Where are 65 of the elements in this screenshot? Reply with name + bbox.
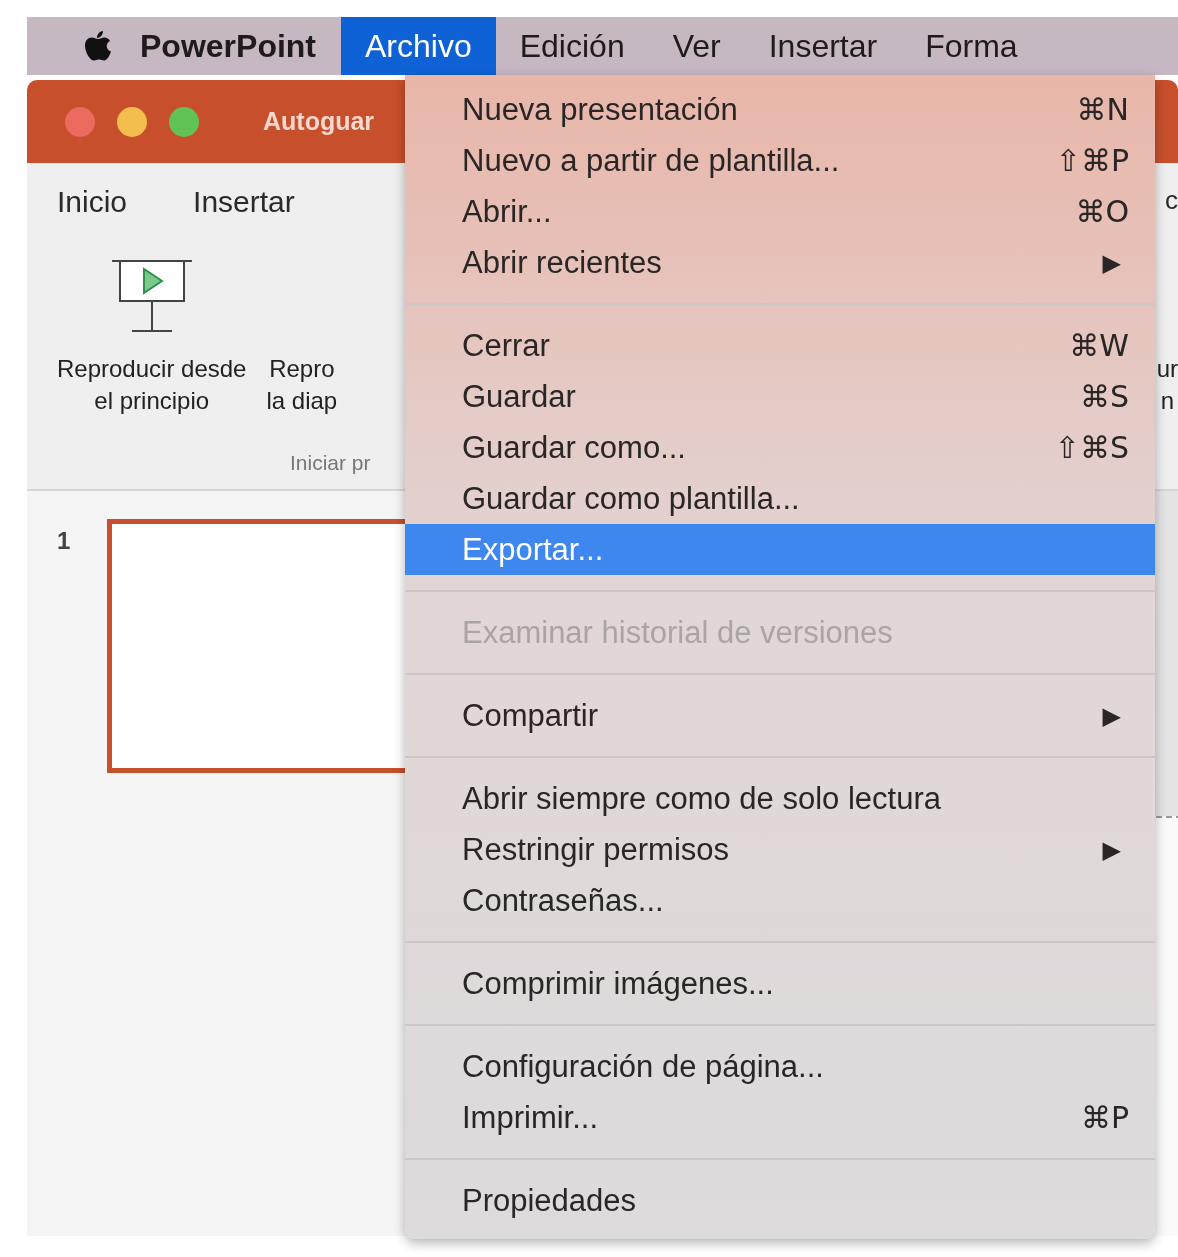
menu-item-label: Comprimir imágenes... <box>462 965 775 1002</box>
ribbon-tab[interactable]: c <box>1165 185 1178 219</box>
menu-item-label: Compartir <box>462 697 600 734</box>
menu-bar-item[interactable]: Ver <box>648 17 745 75</box>
menu-bar-item[interactable]: Insertar <box>744 17 902 75</box>
menu-item[interactable]: Nueva presentación ⌘N <box>405 84 1155 135</box>
zoom-button[interactable] <box>169 106 199 137</box>
menu-bar-item[interactable]: Archivo <box>341 17 496 75</box>
menu-item[interactable]: Guardar ⌘S <box>405 371 1155 422</box>
submenu-arrow: ▶ <box>1102 835 1121 864</box>
shortcut-text: ⌘S <box>1079 379 1129 414</box>
ribbon-button[interactable]: Repro la diap <box>266 353 338 417</box>
menu-item-label: Nueva presentación <box>462 91 739 128</box>
shortcut-text: ⌘N <box>1076 92 1129 127</box>
menu-item[interactable]: Contraseñas... <box>405 875 1155 926</box>
menu-item-label: Contraseñas... <box>462 882 665 919</box>
ribbon-tab[interactable]: Insertar <box>193 185 295 219</box>
menu-item[interactable]: Cerrar ⌘W <box>405 320 1155 371</box>
menu-item[interactable]: Nuevo a partir de plantilla... ⇧⌘P <box>405 135 1155 186</box>
menu-item[interactable]: Guardar como... ⇧⌘S <box>405 422 1155 473</box>
app-menu[interactable]: PowerPoint <box>140 27 316 65</box>
shortcut-text: ⌘W <box>1069 328 1129 363</box>
menu-item-label: Examinar historial de versiones <box>462 614 894 651</box>
menu-item[interactable]: Exportar... <box>405 524 1155 575</box>
ribbon-tab[interactable]: Inicio <box>57 185 128 219</box>
menu-item[interactable]: Guardar como plantilla... <box>405 473 1155 524</box>
menu-item-label: Cerrar <box>462 327 551 364</box>
menu-item[interactable]: Abrir siempre como de solo lectura <box>405 773 1155 824</box>
shortcut-text: ⌘P <box>1080 1100 1129 1135</box>
menu-item[interactable]: Comprimir imágenes... <box>405 958 1155 1009</box>
slide-number: 1 <box>57 527 72 555</box>
menu-item-label: Restringir permisos <box>462 831 730 868</box>
slideshow-screen-icon <box>109 259 194 335</box>
ribbon-button[interactable]: ur n <box>1156 353 1178 417</box>
menu-bar-item[interactable]: Edición <box>495 17 649 75</box>
menu-bar-item[interactable]: Forma <box>901 17 1042 75</box>
menu-item-label: Abrir siempre como de solo lectura <box>462 780 942 817</box>
menu-item-label: Exportar... <box>462 531 605 568</box>
menu-item-label: Abrir recientes <box>462 244 663 281</box>
menu-item-label: Propiedades <box>462 1182 638 1219</box>
menu-item[interactable]: Abrir recientes ▶ <box>405 237 1155 288</box>
ribbon-button[interactable]: Reproducir desde el principio <box>57 353 247 417</box>
shortcut-text: ⇧⌘S <box>1054 430 1129 465</box>
submenu-arrow: ▶ <box>1102 701 1121 730</box>
menu-item[interactable]: Compartir ▶ <box>405 690 1155 741</box>
window-title: Autoguar <box>263 107 375 136</box>
shortcut-text: ⌘O <box>1075 194 1129 229</box>
apple-logo-icon[interactable] <box>83 29 113 63</box>
menu-item-label: Imprimir... <box>462 1099 600 1136</box>
menu-item-label: Guardar <box>462 378 577 415</box>
menu-item-label: Abrir... <box>462 193 553 230</box>
menu-item[interactable]: Imprimir... ⌘P <box>405 1092 1155 1143</box>
menu-item-label: Configuración de página... <box>462 1048 825 1085</box>
menu-item-label: Nuevo a partir de plantilla... <box>462 142 841 179</box>
close-button[interactable] <box>65 106 95 137</box>
menu-item[interactable]: Configuración de página... <box>405 1041 1155 1092</box>
shortcut-text: ⇧⌘P <box>1055 143 1129 178</box>
menu-item-label: Guardar como... <box>462 429 687 466</box>
menu-item[interactable]: Abrir... ⌘O <box>405 186 1155 237</box>
minimize-button[interactable] <box>117 106 147 137</box>
menu-item[interactable]: Propiedades <box>405 1175 1155 1226</box>
group-label: Iniciar pr <box>290 451 371 475</box>
submenu-arrow: ▶ <box>1102 248 1121 277</box>
menu-item[interactable]: Restringir permisos ▶ <box>405 824 1155 875</box>
menu-item-label: Guardar como plantilla... <box>462 480 801 517</box>
